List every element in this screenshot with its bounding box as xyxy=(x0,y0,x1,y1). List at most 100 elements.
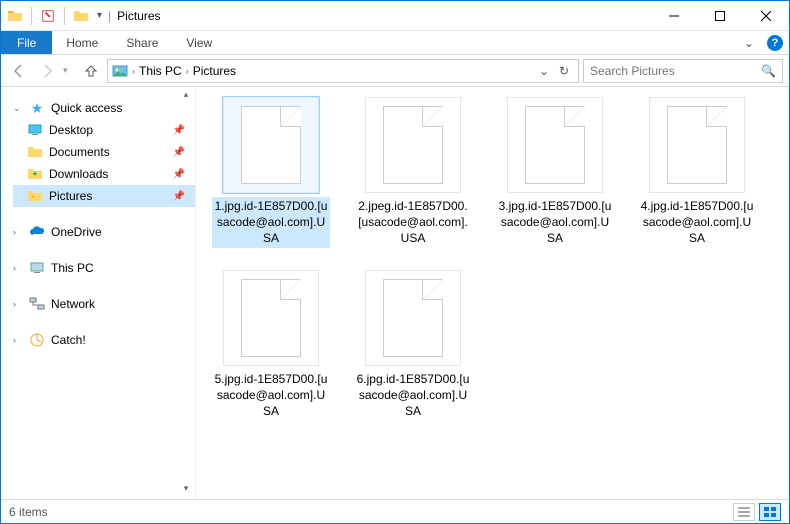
file-item[interactable]: 6.jpg.id-1E857D00.[usacode@aol.com].USA xyxy=(354,270,472,421)
minimize-button[interactable] xyxy=(651,1,697,31)
blank-file-icon xyxy=(383,106,443,184)
details-view-button[interactable] xyxy=(733,503,755,521)
blank-file-icon xyxy=(383,279,443,357)
file-name: 2.jpeg.id-1E857D00.[usacode@aol.com].USA xyxy=(354,197,472,248)
body: ▴ ⌄ ★ Quick access Desktop📌Documents📌Dow… xyxy=(1,87,789,499)
scroll-down-icon[interactable]: ▾ xyxy=(179,483,193,497)
file-thumbnail xyxy=(223,97,319,193)
back-button[interactable] xyxy=(7,59,31,83)
qat: ▾ xyxy=(1,7,102,25)
tab-home[interactable]: Home xyxy=(52,31,112,54)
star-icon: ★ xyxy=(29,100,45,116)
file-thumbnail xyxy=(507,97,603,193)
scroll-up-icon[interactable]: ▴ xyxy=(179,89,193,103)
catch-label: Catch! xyxy=(51,333,86,347)
file-thumbnail xyxy=(223,270,319,366)
file-name: 1.jpg.id-1E857D00.[usacode@aol.com].USA xyxy=(212,197,330,248)
new-folder-icon[interactable] xyxy=(73,8,89,24)
ribbon-tabs: File Home Share View ⌄ ? xyxy=(1,31,789,55)
chevron-right-icon[interactable]: › xyxy=(186,66,189,76)
address-dropdown-icon[interactable]: ⌄ xyxy=(536,64,552,78)
pin-icon: 📌 xyxy=(173,191,185,202)
quick-access-root[interactable]: ⌄ ★ Quick access xyxy=(13,97,195,119)
maximize-button[interactable] xyxy=(697,1,743,31)
sidebar-item-label: Documents xyxy=(49,145,110,159)
file-tab[interactable]: File xyxy=(1,31,52,54)
refresh-button[interactable]: ↻ xyxy=(554,64,574,78)
folder-icon xyxy=(27,144,43,160)
quick-access-label: Quick access xyxy=(51,101,122,115)
this-pc-item[interactable]: › This PC xyxy=(13,257,195,279)
search-input[interactable] xyxy=(590,64,755,78)
chevron-right-icon[interactable]: › xyxy=(13,227,23,237)
this-pc-icon xyxy=(29,260,45,276)
onedrive-label: OneDrive xyxy=(51,225,102,239)
catch-icon xyxy=(29,332,45,348)
file-thumbnail xyxy=(365,270,461,366)
location-pictures-icon xyxy=(112,63,128,79)
this-pc-label: This PC xyxy=(51,261,94,275)
chevron-down-icon[interactable]: ⌄ xyxy=(13,103,23,114)
folder-icon xyxy=(27,166,43,182)
onedrive-item[interactable]: › OneDrive xyxy=(13,221,195,243)
status-bar: 6 items xyxy=(1,499,789,523)
file-item[interactable]: 5.jpg.id-1E857D00.[usacode@aol.com].USA xyxy=(212,270,330,421)
file-item[interactable]: 4.jpg.id-1E857D00.[usacode@aol.com].USA xyxy=(638,97,756,248)
file-name: 6.jpg.id-1E857D00.[usacode@aol.com].USA xyxy=(354,370,472,421)
crumb-this-pc[interactable]: This PC xyxy=(139,64,182,78)
breadcrumb-bar[interactable]: › This PC › Pictures ⌄ ↻ xyxy=(107,59,579,83)
history-dropdown-icon[interactable]: ▾ xyxy=(63,65,75,76)
up-button[interactable] xyxy=(79,59,103,83)
chevron-right-icon[interactable]: › xyxy=(13,335,23,345)
sidebar-item-label: Desktop xyxy=(49,123,93,137)
close-button[interactable] xyxy=(743,1,789,31)
network-label: Network xyxy=(51,297,95,311)
sidebar-item-label: Pictures xyxy=(49,189,92,203)
folder-icon xyxy=(7,8,23,24)
expand-ribbon-icon[interactable]: ⌄ xyxy=(737,31,761,54)
help-button[interactable]: ? xyxy=(761,31,789,54)
search-box[interactable]: 🔍 xyxy=(583,59,783,83)
sidebar-item-pictures[interactable]: Pictures 📌 xyxy=(13,185,195,207)
file-item[interactable]: 1.jpg.id-1E857D00.[usacode@aol.com].USA xyxy=(212,97,330,248)
catch-item[interactable]: › Catch! xyxy=(13,329,195,351)
folder-icon xyxy=(27,188,43,204)
pin-icon: 📌 xyxy=(173,169,185,180)
tab-view[interactable]: View xyxy=(172,31,226,54)
title-bar: ▾ | Pictures xyxy=(1,1,789,31)
network-item[interactable]: › Network xyxy=(13,293,195,315)
crumb-pictures[interactable]: Pictures xyxy=(193,64,236,78)
title-separator: | xyxy=(108,9,111,23)
properties-icon[interactable] xyxy=(40,8,56,24)
navigation-pane: ▴ ⌄ ★ Quick access Desktop📌Documents📌Dow… xyxy=(1,87,196,499)
help-icon: ? xyxy=(767,35,783,51)
chevron-right-icon[interactable]: › xyxy=(132,66,135,76)
search-icon: 🔍 xyxy=(761,64,776,78)
sidebar-item-label: Downloads xyxy=(49,167,108,181)
file-name: 4.jpg.id-1E857D00.[usacode@aol.com].USA xyxy=(638,197,756,248)
qat-separator-2 xyxy=(64,7,65,25)
sidebar-item-downloads[interactable]: Downloads 📌 xyxy=(13,163,195,185)
pin-icon: 📌 xyxy=(173,125,185,136)
sidebar-item-desktop[interactable]: Desktop 📌 xyxy=(13,119,195,141)
onedrive-icon xyxy=(29,224,45,240)
file-view[interactable]: 1.jpg.id-1E857D00.[usacode@aol.com].USA 2… xyxy=(196,87,789,499)
folder-icon xyxy=(27,122,43,138)
tab-share[interactable]: Share xyxy=(112,31,172,54)
chevron-right-icon[interactable]: › xyxy=(13,299,23,309)
blank-file-icon xyxy=(525,106,585,184)
address-bar: ▾ › This PC › Pictures ⌄ ↻ 🔍 xyxy=(1,55,789,87)
sidebar-item-documents[interactable]: Documents📌 xyxy=(13,141,195,163)
file-item[interactable]: 3.jpg.id-1E857D00.[usacode@aol.com].USA xyxy=(496,97,614,248)
blank-file-icon xyxy=(667,106,727,184)
qat-customize-icon[interactable]: ▾ xyxy=(97,10,102,21)
blank-file-icon xyxy=(241,279,301,357)
file-name: 3.jpg.id-1E857D00.[usacode@aol.com].USA xyxy=(496,197,614,248)
item-count: 6 items xyxy=(9,505,48,519)
file-thumbnail xyxy=(649,97,745,193)
blank-file-icon xyxy=(241,106,301,184)
file-item[interactable]: 2.jpeg.id-1E857D00.[usacode@aol.com].USA xyxy=(354,97,472,248)
icons-view-button[interactable] xyxy=(759,503,781,521)
chevron-right-icon[interactable]: › xyxy=(13,263,23,273)
forward-button[interactable] xyxy=(35,59,59,83)
